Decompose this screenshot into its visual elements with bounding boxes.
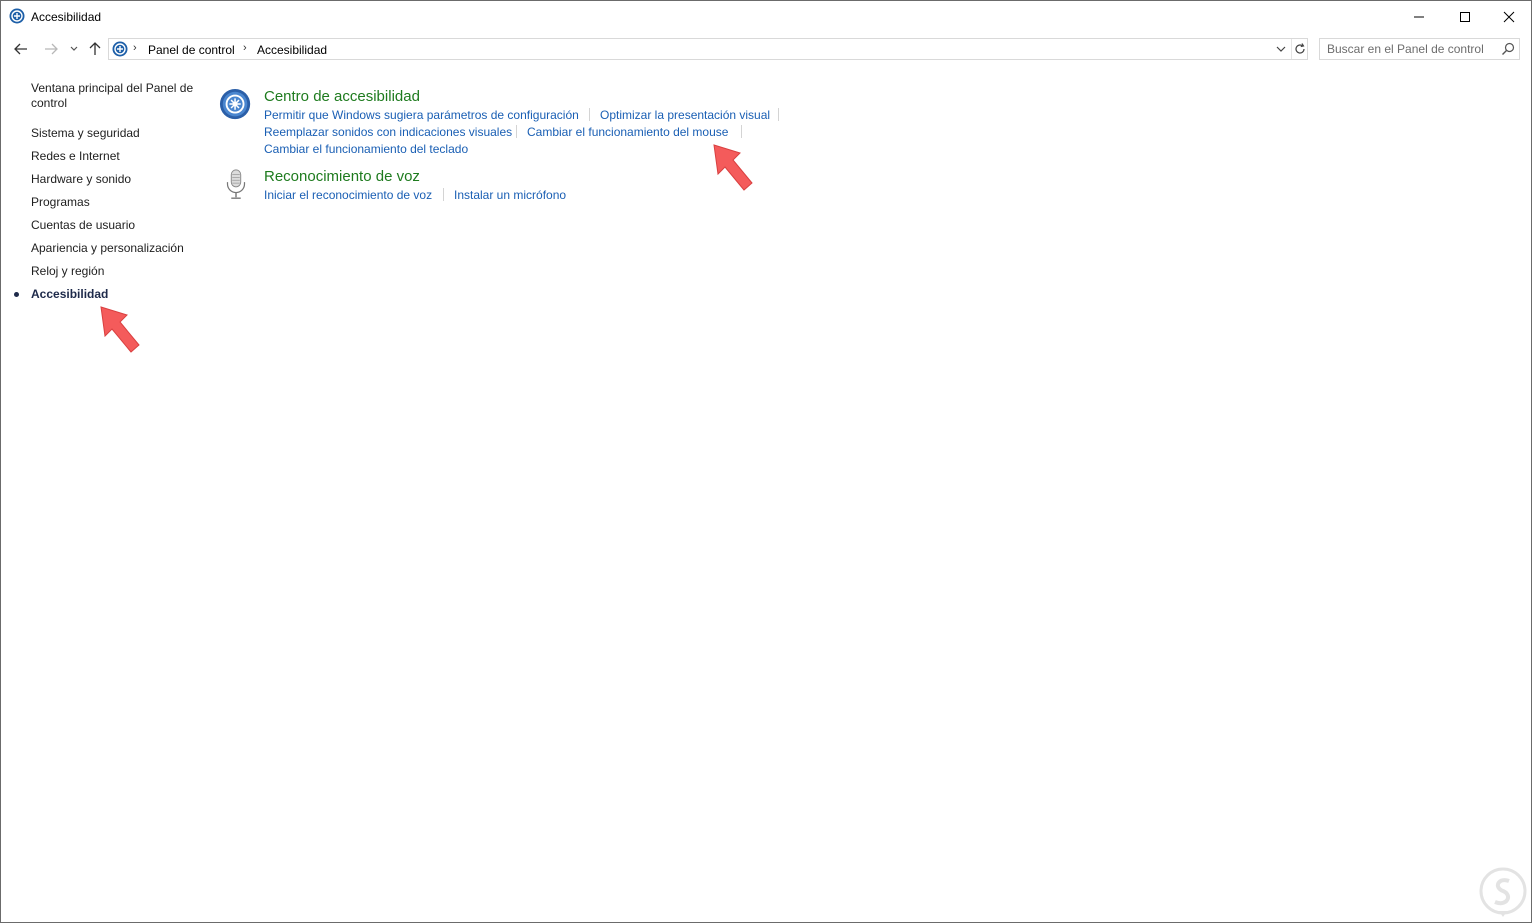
ease-of-access-icon: [9, 8, 25, 24]
sidebar-item-clock-region[interactable]: Reloj y región: [31, 264, 104, 279]
arrow-left-icon: [14, 43, 27, 55]
link-divider: [589, 108, 590, 121]
link-change-mouse-behavior[interactable]: Cambiar el funcionamiento del mouse: [527, 125, 728, 139]
minimize-icon: [1414, 16, 1424, 17]
breadcrumb-panel-de-control[interactable]: Panel de control: [148, 43, 235, 57]
sidebar-item-programs[interactable]: Programas: [31, 195, 90, 210]
current-item-bullet: [14, 292, 19, 297]
up-button[interactable]: [85, 37, 105, 61]
search-input[interactable]: [1320, 39, 1495, 59]
arrow-right-icon: [45, 43, 58, 55]
link-set-up-microphone[interactable]: Instalar un micrófono: [454, 188, 566, 202]
refresh-icon: [1295, 43, 1305, 54]
link-divider: [741, 125, 742, 138]
address-history-button[interactable]: [1274, 39, 1288, 59]
close-button[interactable]: [1486, 1, 1532, 32]
sidebar-item-system-security[interactable]: Sistema y seguridad: [31, 126, 140, 141]
link-start-speech-recognition[interactable]: Iniciar el reconocimiento de voz: [264, 188, 432, 202]
breadcrumb-separator-icon[interactable]: ›: [133, 42, 137, 54]
ease-of-access-icon: [219, 88, 251, 120]
sidebar-item-control-panel-home[interactable]: Ventana principal del Panel de control: [31, 81, 201, 111]
maximize-icon: [1460, 11, 1470, 22]
link-divider: [778, 108, 779, 121]
link-change-keyboard-behavior[interactable]: Cambiar el funcionamiento del teclado: [264, 142, 468, 156]
maximize-button[interactable]: [1442, 1, 1488, 32]
back-button[interactable]: [11, 37, 31, 61]
minimize-button[interactable]: [1396, 1, 1442, 32]
sidebar-item-user-accounts[interactable]: Cuentas de usuario: [31, 218, 135, 233]
annotation-arrow-icon: [100, 306, 140, 353]
ease-of-access-icon: [112, 41, 128, 57]
arrow-up-icon: [89, 42, 101, 55]
navigation-bar: › Panel de control › Accesibilidad: [1, 37, 1531, 61]
link-divider: [443, 188, 444, 201]
search-box[interactable]: [1319, 38, 1520, 60]
search-icon[interactable]: [1500, 41, 1516, 57]
breadcrumb-accesibilidad[interactable]: Accesibilidad: [257, 43, 327, 57]
link-divider: [516, 125, 517, 138]
forward-button[interactable]: [41, 37, 61, 61]
link-let-windows-suggest-settings[interactable]: Permitir que Windows sugiera parámetros …: [264, 108, 579, 122]
sidebar-item-accessibility[interactable]: Accesibilidad: [31, 287, 108, 302]
refresh-button[interactable]: [1291, 39, 1308, 59]
close-icon: [1503, 11, 1515, 22]
annotation-arrow-icon: [713, 144, 753, 191]
section-title-speech-recognition[interactable]: Reconocimiento de voz: [264, 168, 420, 185]
breadcrumb-separator-icon[interactable]: ›: [243, 42, 247, 54]
section-title-ease-of-access[interactable]: Centro de accesibilidad: [264, 88, 420, 105]
address-bar[interactable]: › Panel de control › Accesibilidad: [108, 38, 1308, 60]
recent-locations-button[interactable]: [67, 37, 81, 61]
sidebar-item-network-internet[interactable]: Redes e Internet: [31, 149, 120, 164]
microphone-icon: [226, 169, 246, 199]
watermark-logo-icon: [1479, 867, 1527, 917]
chevron-down-icon: [70, 46, 78, 51]
sidebar-item-appearance[interactable]: Apariencia y personalización: [31, 241, 184, 256]
window-title: Accesibilidad: [31, 10, 102, 24]
link-replace-sounds-visual-cues[interactable]: Reemplazar sonidos con indicaciones visu…: [264, 125, 512, 139]
chevron-down-icon: [1276, 46, 1286, 52]
title-bar: Accesibilidad: [1, 1, 1531, 32]
link-optimize-visual-display[interactable]: Optimizar la presentación visual: [600, 108, 770, 122]
control-panel-window: Accesibilidad › Panel de control › Acces…: [0, 0, 1532, 923]
sidebar-item-hardware-sound[interactable]: Hardware y sonido: [31, 172, 131, 187]
